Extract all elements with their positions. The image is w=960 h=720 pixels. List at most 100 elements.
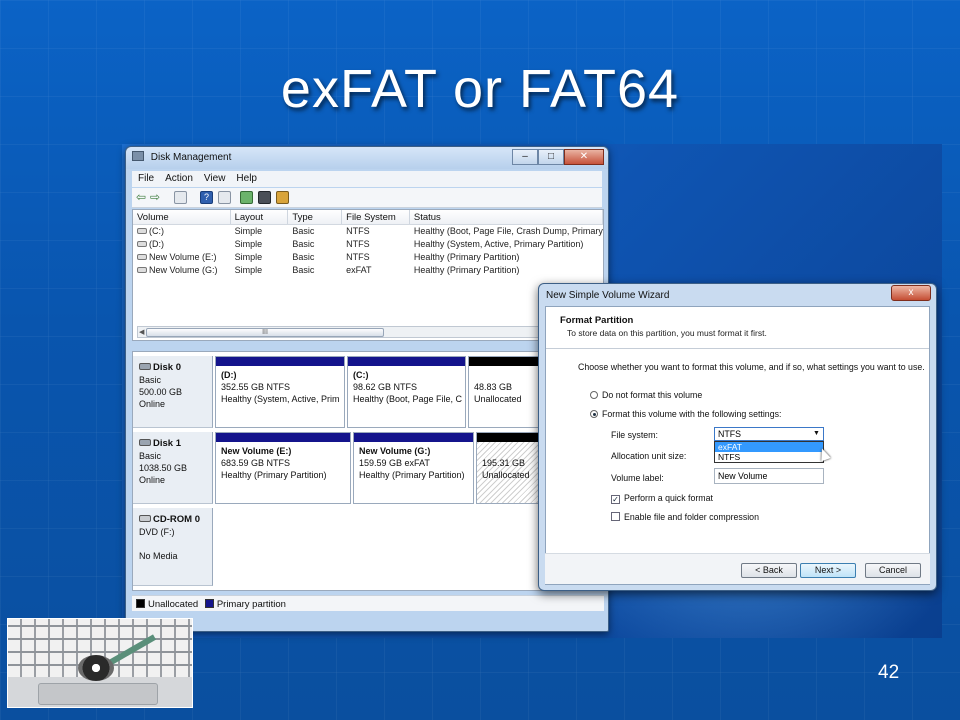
minimize-button[interactable]: – (512, 149, 538, 165)
toolbar: ⇦ ⇨ ? (132, 188, 602, 208)
cell-fs: NTFS (346, 239, 370, 249)
disk-name: Disk 0 (153, 362, 181, 373)
settings-icon[interactable] (276, 191, 289, 204)
check-icon[interactable] (258, 191, 271, 204)
disk-name: Disk 1 (153, 438, 181, 449)
menu-view[interactable]: View (198, 171, 231, 184)
cancel-button[interactable]: Cancel (865, 563, 921, 578)
partition-size: 683.59 GB NTFS (221, 458, 291, 468)
radio-format[interactable]: Format this volume with the following se… (590, 409, 781, 419)
checkmark-icon[interactable]: ✓ (611, 495, 620, 504)
partition-bar (216, 357, 344, 366)
disk-info[interactable]: Disk 0 Basic 500.00 GB Online (133, 356, 213, 428)
partition-size: 352.55 GB NTFS (221, 382, 291, 392)
disk-state: Online (139, 475, 166, 485)
file-system-select[interactable]: NTFS ▼ (714, 427, 824, 441)
hard-disk-icon (139, 363, 151, 370)
option-exfat[interactable]: exFAT (715, 442, 823, 452)
drive-icon (137, 267, 147, 273)
disk-info[interactable]: Disk 1 Basic 1038.50 GB Online (133, 432, 213, 504)
back-button[interactable]: < Back (741, 563, 797, 578)
legend-swatch-primary (204, 599, 214, 608)
partition-status: Healthy (System, Active, Prim (221, 394, 340, 404)
scroll-left-icon[interactable]: ◀ (139, 328, 144, 336)
back-arrow-icon[interactable]: ⇦ (136, 191, 149, 204)
partition[interactable]: New Volume (G:) 159.59 GB exFAT Healthy … (353, 432, 474, 504)
wizard-instruction: Choose whether you want to format this v… (578, 362, 925, 372)
maximize-button[interactable]: □ (538, 149, 564, 165)
cell-fs: NTFS (346, 252, 370, 262)
close-button[interactable]: x (891, 285, 931, 301)
partition-bar (348, 357, 465, 366)
volume-row[interactable]: (D:) Simple Basic NTFS Healthy (System, … (133, 238, 603, 251)
refresh-icon[interactable] (240, 191, 253, 204)
compression-checkbox[interactable]: Enable file and folder compression (611, 512, 759, 522)
option-ntfs[interactable]: NTFS (715, 452, 823, 462)
radio-no-format[interactable]: Do not format this volume (590, 390, 702, 400)
partition[interactable]: (D:) 352.55 GB NTFS Healthy (System, Act… (215, 356, 345, 428)
radio-button[interactable] (590, 391, 598, 399)
forward-arrow-icon[interactable]: ⇨ (150, 191, 163, 204)
partition-size: 159.59 GB exFAT (359, 458, 430, 468)
wizard-heading: Format Partition (560, 315, 634, 326)
properties-icon[interactable] (218, 191, 231, 204)
cell-volume: New Volume (E:) (149, 252, 217, 262)
cell-volume: (C:) (149, 226, 164, 236)
cell-layout: Simple (234, 252, 263, 262)
col-volume[interactable]: Volume (133, 210, 231, 224)
disk-state: No Media (139, 551, 178, 561)
radio-no-format-label: Do not format this volume (602, 390, 703, 400)
radio-format-label: Format this volume with the following se… (602, 409, 782, 419)
partition-size: 48.83 GB (474, 382, 513, 392)
next-button[interactable]: Next > (800, 563, 856, 578)
partition[interactable]: (C:) 98.62 GB NTFS Healthy (Boot, Page F… (347, 356, 466, 428)
allocation-unit-label: Allocation unit size: (611, 451, 687, 461)
partition-size: 98.62 GB NTFS (353, 382, 418, 392)
radio-button-selected[interactable] (590, 410, 598, 418)
menu-help[interactable]: Help (230, 171, 262, 184)
console-tree-icon[interactable] (174, 191, 187, 204)
disk-kind: Basic (139, 451, 162, 461)
window-titlebar[interactable]: Disk Management – □ ✕ (126, 147, 608, 169)
col-type[interactable]: Type (288, 210, 343, 224)
col-layout[interactable]: Layout (231, 210, 289, 224)
quick-format-label: Perform a quick format (624, 493, 713, 503)
slide-title: exFAT or FAT64 (280, 59, 680, 119)
file-system-label: File system: (611, 430, 658, 440)
wizard-subheading: To store data on this partition, you mus… (567, 328, 767, 338)
cell-layout: Simple (234, 265, 263, 275)
disk-state: Online (139, 399, 166, 409)
volume-row[interactable]: New Volume (E:) Simple Basic NTFS Health… (133, 251, 603, 264)
wizard-footer: < Back Next > Cancel (545, 553, 930, 584)
col-file-system[interactable]: File System (342, 210, 410, 224)
volume-label-label: Volume label: (611, 473, 664, 483)
cell-fs: NTFS (346, 226, 370, 236)
chevron-down-icon[interactable]: ▼ (811, 429, 822, 439)
partition-status: Unallocated (474, 394, 522, 404)
partition-title: (C:) (353, 370, 369, 380)
horizontal-scrollbar[interactable]: ◀ III (137, 326, 597, 338)
list-header: Volume Layout Type File System Status (133, 210, 603, 225)
legend-unallocated: Unallocated (148, 599, 199, 610)
help-icon[interactable]: ? (200, 191, 213, 204)
partition[interactable]: New Volume (E:) 683.59 GB NTFS Healthy (… (215, 432, 351, 504)
checkbox-empty[interactable] (611, 512, 620, 521)
volume-row[interactable]: New Volume (G:) Simple Basic exFAT Healt… (133, 264, 603, 277)
volume-label-input[interactable]: New Volume (714, 468, 824, 484)
scroll-thumb[interactable]: III (146, 328, 384, 337)
wizard-titlebar[interactable]: New Simple Volume Wizard x (539, 284, 936, 306)
cell-status: Healthy (Primary Partition) (413, 252, 520, 262)
close-button[interactable]: ✕ (564, 149, 604, 165)
menu-action[interactable]: Action (159, 171, 198, 184)
col-status[interactable]: Status (410, 210, 603, 224)
partition-status: Healthy (Boot, Page File, C (353, 394, 463, 404)
disk-info[interactable]: CD-ROM 0 DVD (F:) No Media (133, 508, 213, 586)
cell-layout: Simple (234, 239, 263, 249)
volume-row[interactable]: (C:) Simple Basic NTFS Healthy (Boot, Pa… (133, 225, 603, 238)
cell-layout: Simple (234, 226, 263, 236)
disk-name: CD-ROM 0 (153, 514, 200, 525)
quick-format-checkbox[interactable]: ✓ Perform a quick format (611, 493, 713, 504)
menu-file[interactable]: File (132, 171, 159, 184)
cell-volume: New Volume (G:) (149, 265, 218, 275)
legend-primary: Primary partition (216, 599, 286, 610)
